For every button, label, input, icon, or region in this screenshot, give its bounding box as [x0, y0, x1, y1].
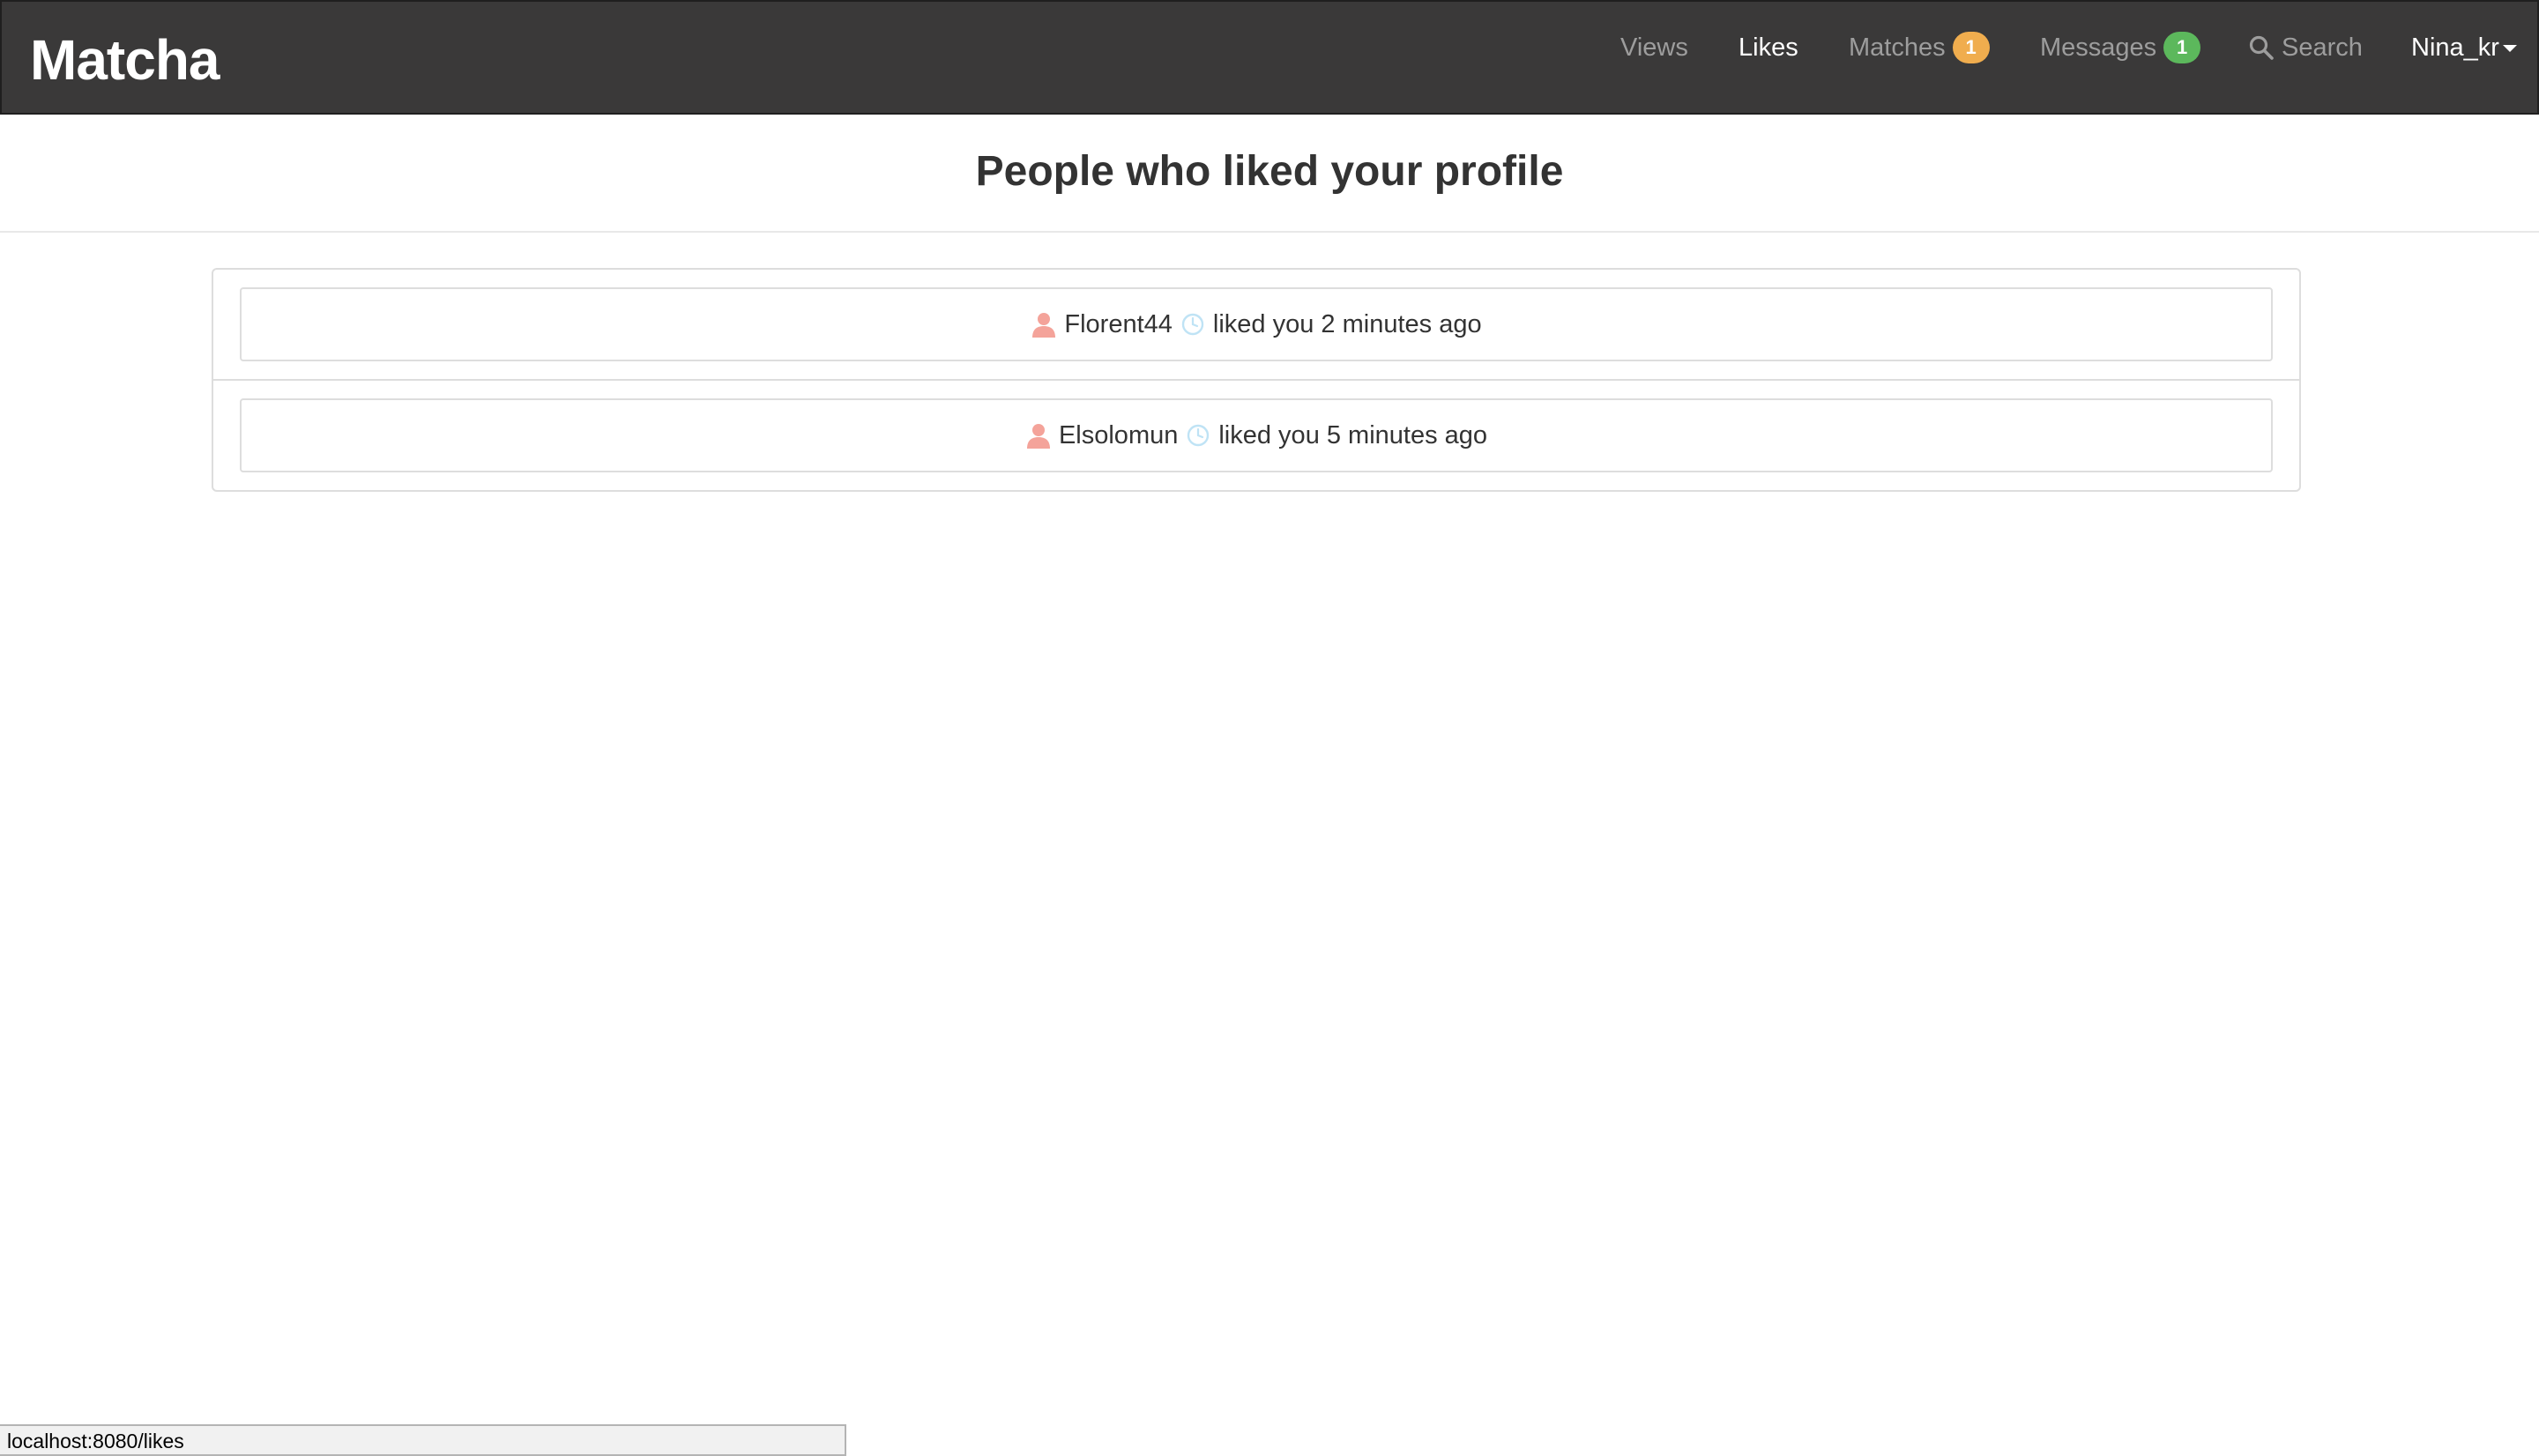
- page-header: People who liked your profile: [0, 115, 2539, 233]
- nav-matches-label: Matches: [1849, 33, 1946, 62]
- nav-likes[interactable]: Likes: [1739, 32, 1798, 63]
- nav-views-label: Views: [1620, 33, 1688, 62]
- brand-logo[interactable]: Matcha: [30, 32, 220, 88]
- nav-matches[interactable]: Matches 1: [1849, 32, 1990, 63]
- list-item: Elsolomun liked you 5 minutes ago: [213, 381, 2299, 492]
- user-icon: [1026, 424, 1050, 449]
- liker-username[interactable]: Florent44: [1064, 310, 1173, 339]
- matches-count-badge: 1: [1952, 32, 1990, 63]
- messages-count-badge: 1: [2163, 32, 2201, 63]
- like-entry: Florent44 liked you 2 minutes ago: [240, 287, 2273, 361]
- nav-likes-label: Likes: [1739, 33, 1798, 62]
- top-navbar: Matcha Views Likes Matches 1 Messages 1 …: [0, 0, 2539, 115]
- page-title: People who liked your profile: [975, 148, 1564, 195]
- like-time-text: liked you 2 minutes ago: [1212, 309, 1482, 338]
- clock-icon: [1188, 424, 1210, 447]
- user-menu-label: Nina_kr: [2411, 33, 2499, 62]
- like-time-text: liked you 5 minutes ago: [1218, 420, 1488, 449]
- user-icon: [1032, 313, 1056, 338]
- clock-icon: [1181, 313, 1204, 336]
- likes-list: Florent44 liked you 2 minutes ago Elsolo…: [212, 268, 2301, 492]
- nav-messages[interactable]: Messages 1: [2040, 32, 2201, 63]
- caret-down-icon: [2502, 45, 2517, 52]
- search-icon: [2249, 35, 2274, 60]
- nav-search-label: Search: [2282, 33, 2363, 62]
- liker-username[interactable]: Elsolomun: [1059, 421, 1178, 450]
- user-menu-dropdown[interactable]: Nina_kr: [2411, 32, 2517, 63]
- like-entry: Elsolomun liked you 5 minutes ago: [240, 398, 2273, 472]
- nav-messages-label: Messages: [2040, 33, 2157, 62]
- nav-search[interactable]: Search: [2248, 32, 2363, 63]
- browser-status-bar: localhost:8080/likes: [0, 1424, 846, 1456]
- status-url: localhost:8080/likes: [7, 1430, 184, 1452]
- list-item: Florent44 liked you 2 minutes ago: [213, 270, 2299, 381]
- nav-views[interactable]: Views: [1620, 32, 1688, 63]
